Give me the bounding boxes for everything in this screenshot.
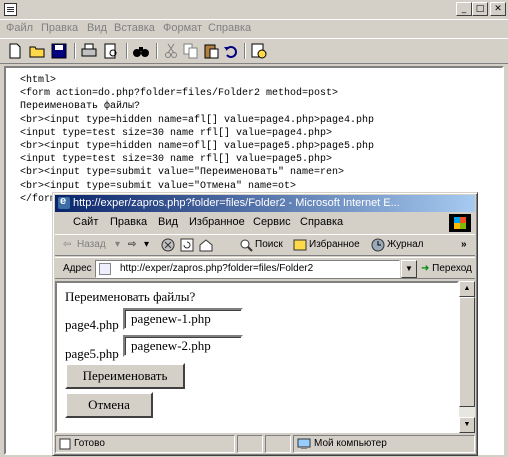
rename-input-2[interactable]: pagenew-2.php	[123, 335, 243, 357]
address-label: Адрес	[63, 263, 92, 274]
undo-icon[interactable]	[222, 42, 240, 60]
ie-menubar: Сайт Правка Вид Избранное Сервис Справка	[55, 213, 475, 233]
forward-arrow-icon[interactable]: ⇨	[128, 239, 136, 250]
code-text: <html> <form action=do.php?folder=files/F…	[20, 74, 374, 206]
menu-view[interactable]: Вид	[87, 22, 107, 34]
go-button[interactable]: ➜ Переход	[421, 263, 472, 274]
ie-window-title: http://exper/zapros.php?folder=files/Fol…	[73, 197, 400, 209]
page-content: Переименовать файлы? page4.php pagenew-1…	[55, 281, 459, 433]
scroll-thumb[interactable]	[459, 297, 475, 407]
notepad-toolbar	[0, 38, 508, 64]
status-cell-main: Готово	[55, 435, 235, 453]
go-label: Переход	[432, 263, 472, 274]
status-text: Готово	[74, 438, 105, 449]
menu-edit[interactable]: Правка	[41, 22, 78, 34]
save-icon[interactable]	[50, 42, 68, 60]
address-input[interactable]: http://exper/zapros.php?folder=files/Fol…	[95, 260, 400, 278]
new-icon[interactable]	[6, 42, 24, 60]
rename-input-1-value: pagenew-1.php	[131, 311, 211, 326]
notepad-icon	[4, 3, 17, 16]
toolbar-overflow-chevron[interactable]: »	[461, 239, 467, 250]
file-label-1: page4.php	[65, 317, 119, 332]
print-icon[interactable]	[80, 42, 98, 60]
ie-menu-site[interactable]: Сайт	[73, 216, 98, 228]
scroll-up-button[interactable]: ▲	[459, 281, 475, 297]
favorites-icon[interactable]	[293, 238, 307, 252]
search-button-label[interactable]: Поиск	[255, 239, 283, 250]
ie-menu-help[interactable]: Справка	[300, 216, 343, 228]
code-line: <input type=test size=30 name rfl[] valu…	[20, 127, 333, 139]
scroll-down-button[interactable]: ▼	[459, 417, 475, 433]
code-line: <form action=do.php?folder=files/Folder2…	[20, 88, 339, 100]
ie-window: http://exper/zapros.php?folder=files/Fol…	[52, 192, 478, 456]
code-line: <br><input type=hidden name=afl[] value=…	[20, 114, 375, 126]
file-label-2: page5.php	[65, 346, 119, 361]
status-bar: Готово Мой компьютер	[55, 435, 475, 453]
cut-icon[interactable]	[162, 42, 180, 60]
menu-insert[interactable]: Вставка	[114, 22, 155, 34]
windows-logo-icon	[449, 214, 471, 232]
ie-toolbar: ⇦ Назад ▾ ⇨ ▾ Поиск Избранное Журнал »	[55, 234, 475, 256]
search-icon[interactable]	[239, 238, 253, 252]
open-icon[interactable]	[28, 42, 46, 60]
menu-file[interactable]: Файл	[6, 22, 33, 34]
back-button-label[interactable]: Назад	[77, 239, 106, 250]
minimize-button[interactable]: _	[456, 2, 472, 16]
rename-button[interactable]: Переименовать	[65, 363, 185, 389]
page-done-icon	[59, 438, 71, 450]
history-button-label[interactable]: Журнал	[387, 239, 424, 250]
toolbar-separator	[74, 43, 76, 59]
code-line: Переименовать файлы?	[20, 101, 141, 113]
address-value: http://exper/zapros.php?folder=files/Fol…	[120, 263, 314, 274]
status-cell	[237, 435, 263, 453]
notepad-titlebar: _ □ ✕	[0, 0, 508, 20]
ie-menu-view[interactable]: Вид	[158, 216, 178, 228]
copy-icon[interactable]	[182, 42, 200, 60]
code-line: <input type=test size=30 name rfl[] valu…	[20, 154, 333, 166]
find-icon[interactable]	[132, 42, 150, 60]
history-icon[interactable]	[371, 238, 385, 252]
rename-question: Переименовать файлы?	[65, 289, 196, 304]
datetime-icon[interactable]	[250, 42, 268, 60]
maximize-button[interactable]: □	[472, 2, 488, 16]
refresh-icon[interactable]	[180, 238, 194, 252]
toolbar-separator	[126, 43, 128, 59]
my-computer-icon	[297, 438, 311, 449]
print-preview-icon[interactable]	[102, 42, 120, 60]
status-cell-zone: Мой компьютер	[293, 435, 475, 453]
code-line: <html>	[20, 75, 57, 86]
menu-format[interactable]: Формат	[163, 22, 202, 34]
home-icon[interactable]	[199, 238, 213, 252]
rename-input-1[interactable]: pagenew-1.php	[123, 308, 243, 330]
rename-input-2-value: pagenew-2.php	[131, 338, 211, 353]
zone-text: Мой компьютер	[314, 438, 387, 449]
code-line: <br><input type=hidden name=ofl[] value=…	[20, 141, 375, 153]
toolbar-separator	[244, 43, 246, 59]
vertical-scrollbar[interactable]: ▲ ▼	[459, 281, 475, 433]
notepad-menubar: Файл Правка Вид Вставка Формат Справка	[0, 20, 508, 38]
ie-menu-edit[interactable]: Правка	[110, 216, 147, 228]
code-line: <br><input type=submit value="Переименов…	[20, 167, 345, 179]
close-button[interactable]: ✕	[490, 2, 506, 16]
code-line: <br><input type=submit value="Отмена" na…	[20, 180, 297, 192]
stop-icon[interactable]	[161, 238, 175, 252]
ie-menu-favorites[interactable]: Избранное	[189, 216, 245, 228]
page-icon	[99, 263, 111, 275]
address-bar: Адрес http://exper/zapros.php?folder=fil…	[55, 257, 475, 279]
address-dropdown-button[interactable]: ▼	[401, 260, 417, 278]
status-cell	[265, 435, 291, 453]
ie-icon	[58, 195, 70, 209]
back-dropdown-icon[interactable]: ▾	[115, 239, 120, 250]
back-arrow-icon[interactable]: ⇦	[63, 239, 71, 250]
ie-titlebar: http://exper/zapros.php?folder=files/Fol…	[55, 195, 475, 212]
favorites-button-label[interactable]: Избранное	[309, 239, 360, 250]
forward-dropdown-icon[interactable]: ▾	[144, 239, 149, 250]
ie-menu-tools[interactable]: Сервис	[253, 216, 291, 228]
toolbar-separator	[156, 43, 158, 59]
menu-help[interactable]: Справка	[208, 22, 251, 34]
cancel-button[interactable]: Отмена	[65, 392, 153, 418]
go-arrow-icon: ➜	[421, 263, 430, 274]
paste-icon[interactable]	[202, 42, 220, 60]
